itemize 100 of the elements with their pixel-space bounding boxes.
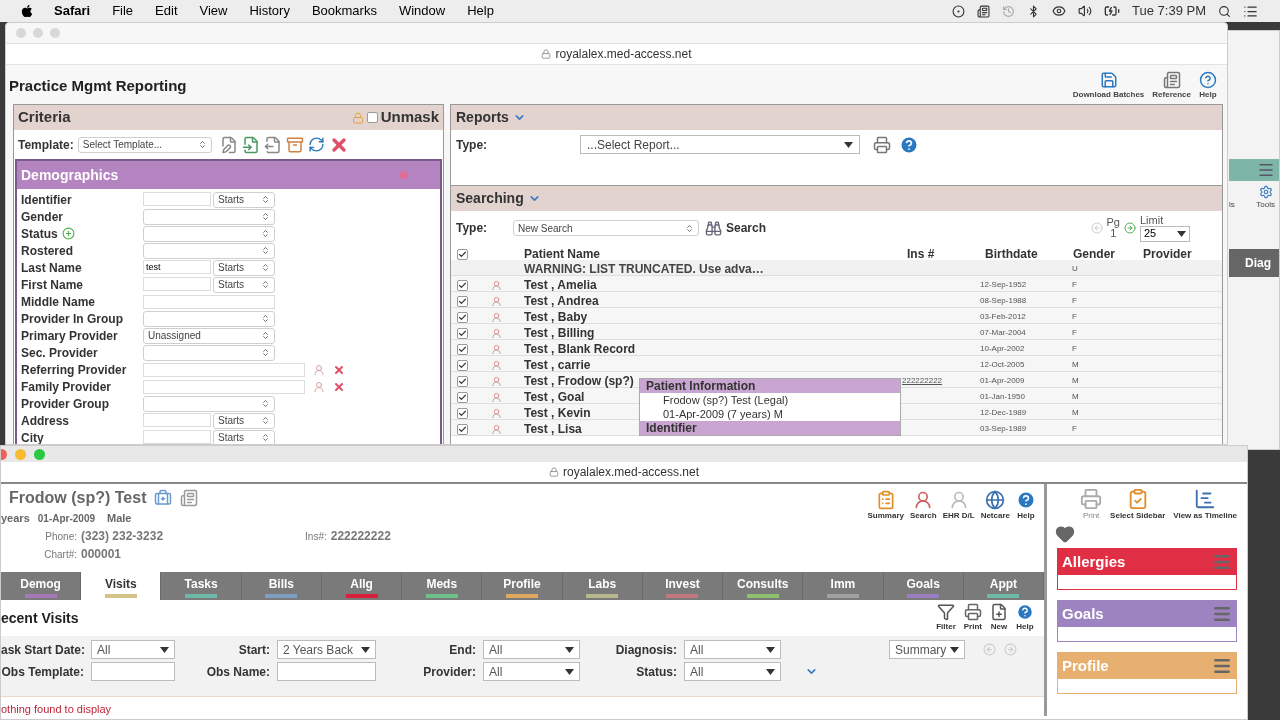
next-icon[interactable]: [1004, 643, 1017, 656]
match-select[interactable]: Starts: [213, 259, 275, 276]
toolbar-button[interactable]: Help: [1199, 71, 1217, 101]
url-text[interactable]: royalalex.med-access.net: [562, 463, 700, 481]
filter-select[interactable]: All: [684, 640, 781, 659]
toolbar-button[interactable]: Print: [1080, 488, 1103, 522]
column-header[interactable]: Birthdate: [980, 245, 1068, 263]
eye-icon[interactable]: [1052, 4, 1067, 18]
archive-icon[interactable]: [285, 135, 304, 154]
filter-select[interactable]: All: [483, 662, 580, 681]
search-icon[interactable]: [1218, 4, 1231, 18]
battery-icon[interactable]: [1104, 3, 1121, 19]
dropdown[interactable]: [143, 310, 275, 327]
text-field[interactable]: [143, 379, 305, 394]
dropdown[interactable]: [143, 344, 275, 361]
heart-icon[interactable]: [1055, 524, 1075, 544]
refresh-icon[interactable]: [307, 136, 325, 153]
menu-item[interactable]: Edit: [155, 1, 178, 21]
match-select[interactable]: Starts: [213, 191, 275, 208]
person-icon[interactable]: [313, 363, 325, 376]
minimize-window-button[interactable]: [15, 448, 26, 460]
menu-item[interactable]: File: [112, 1, 134, 21]
patient-name[interactable]: Test , Amelia: [519, 276, 902, 294]
checkbox[interactable]: [457, 343, 468, 355]
patient-icon[interactable]: [491, 423, 502, 435]
column-header[interactable]: Gender: [1068, 245, 1138, 263]
checkbox[interactable]: [457, 311, 468, 323]
tab[interactable]: Diag: [1229, 249, 1279, 277]
clear-icon[interactable]: [333, 363, 345, 376]
filter-select[interactable]: All: [91, 640, 175, 659]
toolbar-button[interactable]: Select Sidebar: [1110, 488, 1166, 522]
menu-item[interactable]: View: [199, 1, 228, 21]
checkbox[interactable]: [366, 112, 378, 123]
text-field[interactable]: [91, 662, 175, 681]
checkbox[interactable]: [457, 375, 468, 387]
filter-select[interactable]: All: [684, 662, 781, 681]
menu-icon[interactable]: [1212, 656, 1232, 676]
patient-name[interactable]: WARNING: LIST TRUNCATED. Use adva…: [519, 260, 902, 278]
template-select[interactable]: Select Template...: [77, 136, 212, 153]
limit-select[interactable]: 25: [1140, 225, 1190, 242]
text-field[interactable]: [143, 276, 211, 291]
patient-icon[interactable]: [491, 327, 502, 339]
report-select[interactable]: ...Select Report...: [580, 135, 860, 154]
patient-name[interactable]: Test , carrie: [519, 356, 902, 374]
column-header[interactable]: Ins #: [902, 245, 980, 263]
text-field[interactable]: [143, 429, 211, 444]
match-select[interactable]: Starts: [213, 276, 275, 293]
toolbar-button[interactable]: Netcare: [980, 490, 1010, 522]
text-field[interactable]: [143, 412, 211, 427]
patient-icon[interactable]: [491, 311, 502, 323]
toolbar-button[interactable]: Filter: [936, 603, 956, 633]
dropdown[interactable]: [143, 395, 275, 412]
dropdown[interactable]: [143, 225, 275, 242]
patient-icon[interactable]: [491, 343, 502, 355]
patient-icon[interactable]: [491, 391, 502, 403]
history-icon[interactable]: [1002, 4, 1016, 18]
filter-select[interactable]: All: [483, 640, 580, 659]
previous-icon[interactable]: [983, 643, 996, 656]
medical-kit-icon[interactable]: [154, 489, 173, 507]
checkbox[interactable]: [457, 407, 468, 419]
patient-name[interactable]: Test , Baby: [519, 308, 902, 326]
menu-item[interactable]: Bookmarks: [311, 1, 377, 21]
column-header[interactable]: Provider: [1138, 245, 1222, 263]
tools-icon[interactable]: [1258, 185, 1273, 199]
checkbox[interactable]: [457, 248, 468, 260]
view-select[interactable]: Summary: [889, 640, 965, 659]
patient-icon[interactable]: [491, 407, 502, 419]
checkbox[interactable]: [457, 391, 468, 403]
patient-icon[interactable]: [491, 359, 502, 371]
toolbar-button[interactable]: Help: [1016, 603, 1034, 633]
search-button[interactable]: Search: [705, 219, 767, 237]
menu-item[interactable]: Window: [398, 1, 446, 21]
export-file-icon[interactable]: [263, 135, 282, 154]
next-page-icon[interactable]: [1124, 222, 1136, 234]
text-field[interactable]: [143, 362, 305, 377]
import-file-icon[interactable]: [241, 135, 260, 154]
dropdown[interactable]: [143, 242, 275, 259]
text-field[interactable]: [143, 294, 275, 309]
edit-file-icon[interactable]: [219, 135, 238, 154]
print-icon[interactable]: [873, 135, 891, 154]
toolbar-button[interactable]: Search: [909, 490, 937, 522]
patient-icon[interactable]: [491, 279, 502, 291]
toolbar-button[interactable]: Help: [1016, 490, 1036, 522]
url-text[interactable]: royalalex.med-access.net: [555, 45, 692, 63]
add-icon[interactable]: [61, 227, 75, 240]
checkbox[interactable]: [457, 359, 468, 371]
checkbox[interactable]: [457, 279, 468, 291]
patient-name[interactable]: Test , Billing: [519, 324, 902, 342]
filter-select[interactable]: 2 Years Back: [277, 640, 376, 659]
text-field[interactable]: test: [143, 259, 211, 274]
toolbar-button[interactable]: Print: [963, 603, 982, 633]
toolbar-button[interactable]: Download Batches: [1072, 71, 1145, 101]
toolbar-button[interactable]: Reference: [1152, 71, 1191, 101]
menu-item[interactable]: Help: [467, 1, 494, 21]
match-select[interactable]: Starts: [213, 429, 275, 444]
menu-icon[interactable]: [1257, 161, 1275, 179]
toolbar-button[interactable]: Summary: [867, 490, 904, 522]
patient-icon[interactable]: [491, 295, 502, 307]
text-field[interactable]: [277, 662, 376, 681]
toolbar-button[interactable]: New: [990, 603, 1008, 633]
